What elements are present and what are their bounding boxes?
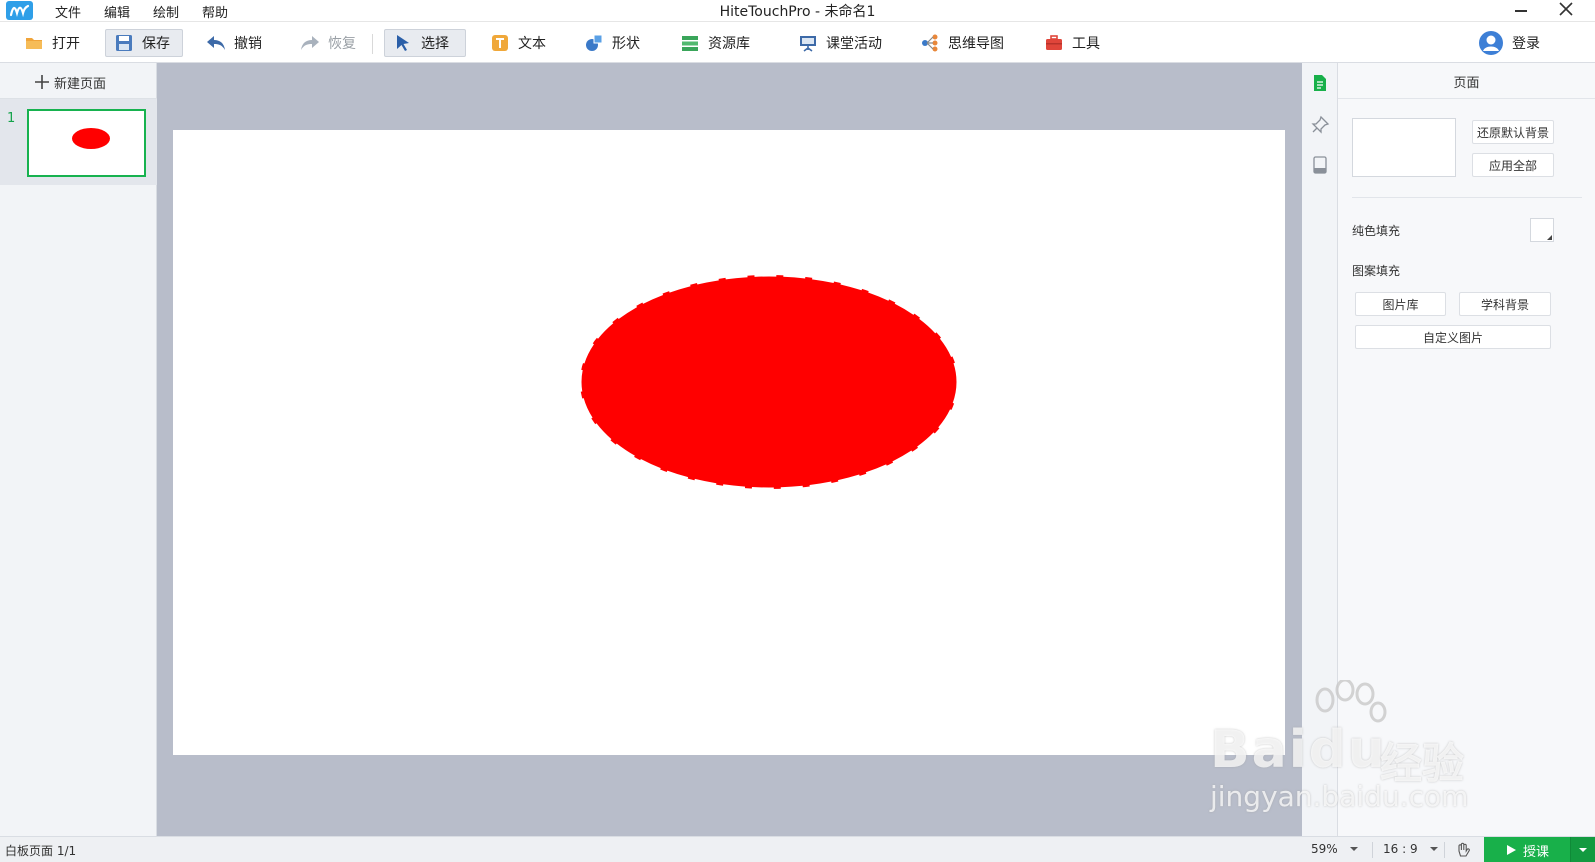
title-bar: 文件 编辑 绘制 帮助 HiteTouchPro - 未命名1: [0, 0, 1595, 22]
minimize-button[interactable]: [1510, 2, 1532, 20]
teach-options-button[interactable]: [1570, 837, 1595, 862]
image-library-button[interactable]: 图片库: [1355, 292, 1446, 316]
save-label: 保存: [142, 36, 170, 52]
menu-draw[interactable]: 绘制: [153, 2, 179, 21]
tools-label: 工具: [1072, 36, 1100, 52]
open-button[interactable]: 打开: [16, 29, 88, 57]
resource-library-button[interactable]: 资源库: [672, 29, 758, 57]
property-tab-strip: [1302, 63, 1338, 836]
restore-default-background-button[interactable]: 还原默认背景: [1472, 120, 1554, 144]
new-page-label: 新建页面: [54, 76, 107, 92]
toolbox-icon: [1046, 35, 1062, 50]
user-avatar-icon: [1479, 31, 1503, 55]
page-list-item[interactable]: 1: [0, 99, 157, 185]
text-label: 文本: [518, 36, 546, 52]
aspect-ratio-value: 16 : 9: [1383, 842, 1418, 856]
aspect-ratio-select[interactable]: 16 : 9: [1383, 842, 1438, 856]
status-bar: 白板页面 1/1 59% 16 : 9 授课: [0, 836, 1595, 862]
zoom-select[interactable]: 59%: [1311, 842, 1358, 856]
save-button[interactable]: 保存: [105, 29, 183, 57]
text-button[interactable]: 文本: [482, 29, 554, 57]
properties-title: 页面: [1453, 76, 1480, 91]
app-logo-icon: [6, 1, 33, 20]
login-label: 登录: [1512, 36, 1540, 52]
background-preview: [1352, 118, 1456, 177]
select-button[interactable]: 选择: [384, 29, 466, 57]
apply-all-button[interactable]: 应用全部: [1472, 153, 1554, 177]
redo-label: 恢复: [328, 36, 356, 52]
pattern-fill-label: 图案填充: [1352, 264, 1401, 278]
undo-button[interactable]: 撤销: [198, 29, 270, 57]
tools-button[interactable]: 工具: [1036, 29, 1108, 57]
red-ellipse-shape[interactable]: [578, 273, 960, 491]
canvas-area: [157, 63, 1302, 836]
properties-panel: 页面 还原默认背景 应用全部 纯色填充 图案填充 图片库 学科背景 自定义图片: [1338, 63, 1595, 836]
panel-divider: [1338, 98, 1595, 99]
chevron-down-icon: [1349, 847, 1358, 851]
status-divider: [1444, 842, 1445, 858]
login-button[interactable]: 登录: [1470, 29, 1548, 57]
class-activity-label: 课堂活动: [826, 36, 882, 52]
save-icon: [116, 35, 132, 51]
minimize-icon: [1515, 10, 1527, 12]
page-document-icon[interactable]: [1310, 73, 1330, 93]
status-divider: [1372, 842, 1373, 858]
folder-icon: [26, 38, 42, 49]
page-number: 1: [7, 111, 16, 126]
menu-help[interactable]: 帮助: [202, 2, 228, 21]
solid-fill-color-picker[interactable]: [1530, 218, 1554, 242]
resource-library-label: 资源库: [708, 36, 750, 52]
solid-fill-label: 纯色填充: [1352, 224, 1401, 238]
book-icon[interactable]: [1310, 155, 1330, 175]
whiteboard-page[interactable]: [173, 130, 1285, 755]
dropdown-corner-icon: [1547, 235, 1552, 240]
chevron-down-icon: [1579, 848, 1587, 852]
class-activity-button[interactable]: 课堂活动: [790, 29, 890, 57]
select-label: 选择: [421, 36, 449, 52]
library-icon: [682, 36, 698, 51]
mind-map-button[interactable]: 思维导图: [912, 29, 1012, 57]
undo-label: 撤销: [234, 36, 262, 52]
presentation-board-icon: [800, 36, 816, 52]
subject-background-button[interactable]: 学科背景: [1459, 292, 1551, 316]
toolbar-divider: [372, 34, 373, 54]
close-icon: [1559, 2, 1573, 16]
teach-button[interactable]: 授课: [1484, 837, 1570, 862]
close-button[interactable]: [1555, 0, 1577, 20]
mind-map-icon: [922, 34, 938, 52]
slide-drawing: [578, 273, 960, 491]
zoom-value: 59%: [1311, 842, 1338, 856]
text-icon: [492, 35, 508, 51]
play-icon: [1506, 845, 1516, 855]
panel-divider: [1352, 197, 1582, 198]
page-thumbnail[interactable]: [27, 109, 146, 177]
chevron-down-icon: [1429, 847, 1438, 851]
shape-label: 形状: [612, 36, 640, 52]
shape-icon: [586, 34, 603, 51]
teach-label: 授课: [1522, 844, 1549, 860]
hand-gesture-icon[interactable]: [1454, 841, 1472, 859]
open-label: 打开: [52, 36, 80, 52]
menu-edit[interactable]: 编辑: [104, 2, 130, 21]
plus-icon: [35, 75, 49, 89]
redo-icon: [301, 36, 319, 50]
undo-icon: [207, 36, 225, 50]
menu-file[interactable]: 文件: [55, 2, 81, 21]
page-info: 白板页面 1/1: [5, 844, 77, 858]
custom-image-button[interactable]: 自定义图片: [1355, 325, 1551, 349]
cursor-arrow-icon: [397, 35, 409, 51]
pin-icon[interactable]: [1310, 115, 1330, 135]
window-title: HiteTouchPro - 未命名1: [719, 4, 876, 20]
pages-panel: 新建页面 1: [0, 63, 157, 836]
mind-map-label: 思维导图: [948, 36, 1004, 52]
redo-button[interactable]: 恢复: [292, 29, 364, 57]
toolbar: 打开 保存 撤销 恢复 选择 文本 形状 资源库 课堂活动 思维导图 工具 登录: [0, 22, 1595, 63]
shape-button[interactable]: 形状: [576, 29, 648, 57]
thumbnail-ellipse: [72, 128, 110, 149]
new-page-button[interactable]: 新建页面: [34, 71, 106, 93]
